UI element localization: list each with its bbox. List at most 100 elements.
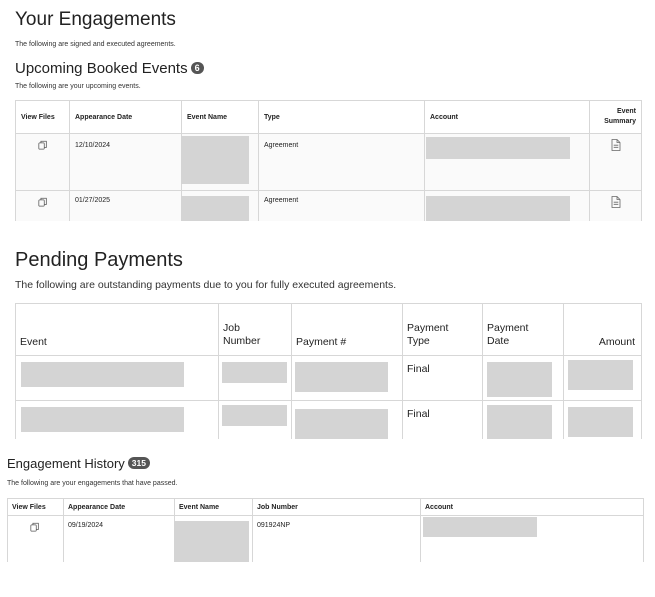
- upcoming-subtitle: The following are your upcoming events.: [15, 83, 141, 90]
- event-cell: [15, 355, 219, 401]
- appearance-date: 01/27/2025: [75, 197, 111, 204]
- type-cell: Agreement: [258, 133, 425, 191]
- redacted-payment-number: [295, 409, 388, 439]
- table-row: 12/10/2024 Agreement: [15, 133, 642, 191]
- account-cell: [424, 190, 590, 221]
- col-job-number-line2: Number: [223, 335, 261, 347]
- copy-files-icon[interactable]: [38, 197, 48, 207]
- payment-number-cell: [291, 400, 403, 439]
- col-event: Event: [15, 303, 219, 356]
- col-event-summary-line1: Event: [616, 108, 636, 115]
- col-event-name: Event Name: [181, 100, 259, 134]
- col-payment-type-line1: Payment: [407, 322, 449, 334]
- appearance-date-cell: 12/10/2024: [69, 133, 182, 191]
- upcoming-count-badge: 6: [190, 62, 204, 74]
- redacted-event-name: [174, 521, 249, 562]
- redacted-amount: [568, 360, 633, 390]
- pending-header-row: Event Job Number Payment # Payment Type Pa…: [15, 303, 642, 356]
- upcoming-table: View Files Appearance Date Event Name Ty…: [15, 100, 642, 221]
- event-name-cell: [181, 133, 259, 191]
- history-table: View Files Appearance Date Event Name Jo…: [7, 498, 644, 562]
- col-event-summary-line2: Summary: [604, 118, 636, 125]
- upcoming-title-text: Upcoming Booked Events: [15, 60, 188, 77]
- page-title: Your Engagements: [15, 9, 176, 30]
- redacted-account: [426, 196, 570, 221]
- appearance-date-cell: 01/27/2025: [69, 190, 182, 221]
- pending-title: Pending Payments: [15, 249, 183, 271]
- redacted-event: [21, 407, 184, 432]
- copy-files-icon[interactable]: [30, 522, 40, 532]
- col-job-number: Job Number: [218, 303, 292, 356]
- table-row: Final: [15, 400, 642, 439]
- account-cell: [420, 515, 644, 562]
- col-payment-date: Payment Date: [482, 303, 564, 356]
- redacted-amount: [568, 407, 633, 437]
- upcoming-header-row: View Files Appearance Date Event Name Ty…: [15, 100, 642, 134]
- col-event-summary: Event Summary: [589, 100, 642, 134]
- document-icon[interactable]: [611, 139, 621, 151]
- col-event-name: Event Name: [174, 498, 253, 516]
- event-type: Agreement: [264, 197, 299, 204]
- redacted-event-name: [181, 196, 249, 221]
- col-account: Account: [424, 100, 590, 134]
- document-icon[interactable]: [611, 196, 621, 208]
- account-cell: [424, 133, 590, 191]
- col-payment-type: Payment Type: [402, 303, 483, 356]
- col-view-files: View Files: [15, 100, 70, 134]
- event-name-cell: [174, 515, 253, 562]
- payment-number-cell: [291, 355, 403, 401]
- history-title-text: Engagement History: [7, 456, 125, 471]
- col-appearance-date: Appearance Date: [63, 498, 175, 516]
- table-row: 01/27/2025 Agreement: [15, 190, 642, 221]
- table-row: 09/19/2024 091924NP: [7, 515, 644, 562]
- appearance-date: 12/10/2024: [75, 142, 111, 149]
- col-appearance-date: Appearance Date: [69, 100, 182, 134]
- payment-date-cell: [482, 355, 564, 401]
- col-payment-date-line1: Payment: [487, 322, 529, 334]
- copy-files-icon[interactable]: [38, 140, 48, 150]
- redacted-job-number: [222, 405, 287, 426]
- view-files-cell: [15, 190, 70, 221]
- redacted-job-number: [222, 362, 287, 383]
- payment-type-cell: Final: [402, 355, 483, 401]
- page-subtitle: The following are signed and executed ag…: [15, 41, 176, 48]
- view-files-cell: [7, 515, 64, 562]
- redacted-payment-date: [487, 405, 552, 439]
- col-job-number: Job Number: [252, 498, 421, 516]
- amount-cell: [563, 355, 642, 401]
- payment-type: Final: [407, 363, 430, 375]
- summary-cell: [589, 190, 642, 221]
- history-header-row: View Files Appearance Date Event Name Jo…: [7, 498, 644, 516]
- col-amount: Amount: [563, 303, 642, 356]
- redacted-payment-number: [295, 362, 388, 392]
- pending-subtitle: The following are outstanding payments d…: [15, 279, 397, 291]
- type-cell: Agreement: [258, 190, 425, 221]
- col-job-number-line1: Job: [223, 322, 240, 334]
- pending-table: Event Job Number Payment # Payment Type Pa…: [15, 303, 642, 439]
- upcoming-title: Upcoming Booked Events 6: [15, 60, 204, 77]
- amount-cell: [563, 400, 642, 439]
- payment-type: Final: [407, 408, 430, 420]
- table-row: Final: [15, 355, 642, 401]
- view-files-cell: [15, 133, 70, 191]
- col-account: Account: [420, 498, 644, 516]
- payment-date-cell: [482, 400, 564, 439]
- job-number-cell: 091924NP: [252, 515, 421, 562]
- job-number-cell: [218, 400, 292, 439]
- event-type: Agreement: [264, 142, 299, 149]
- summary-cell: [589, 133, 642, 191]
- redacted-account: [423, 517, 537, 537]
- col-payment-number: Payment #: [291, 303, 403, 356]
- redacted-account: [426, 137, 570, 159]
- payment-type-cell: Final: [402, 400, 483, 439]
- job-number: 091924NP: [257, 522, 291, 529]
- col-view-files: View Files: [7, 498, 64, 516]
- redacted-event-name: [181, 136, 249, 184]
- event-cell: [15, 400, 219, 439]
- history-subtitle: The following are your engagements that …: [7, 480, 178, 487]
- event-name-cell: [181, 190, 259, 221]
- appearance-date: 09/19/2024: [68, 522, 104, 529]
- redacted-payment-date: [487, 362, 552, 397]
- col-payment-type-line2: Type: [407, 335, 430, 347]
- redacted-event: [21, 362, 184, 387]
